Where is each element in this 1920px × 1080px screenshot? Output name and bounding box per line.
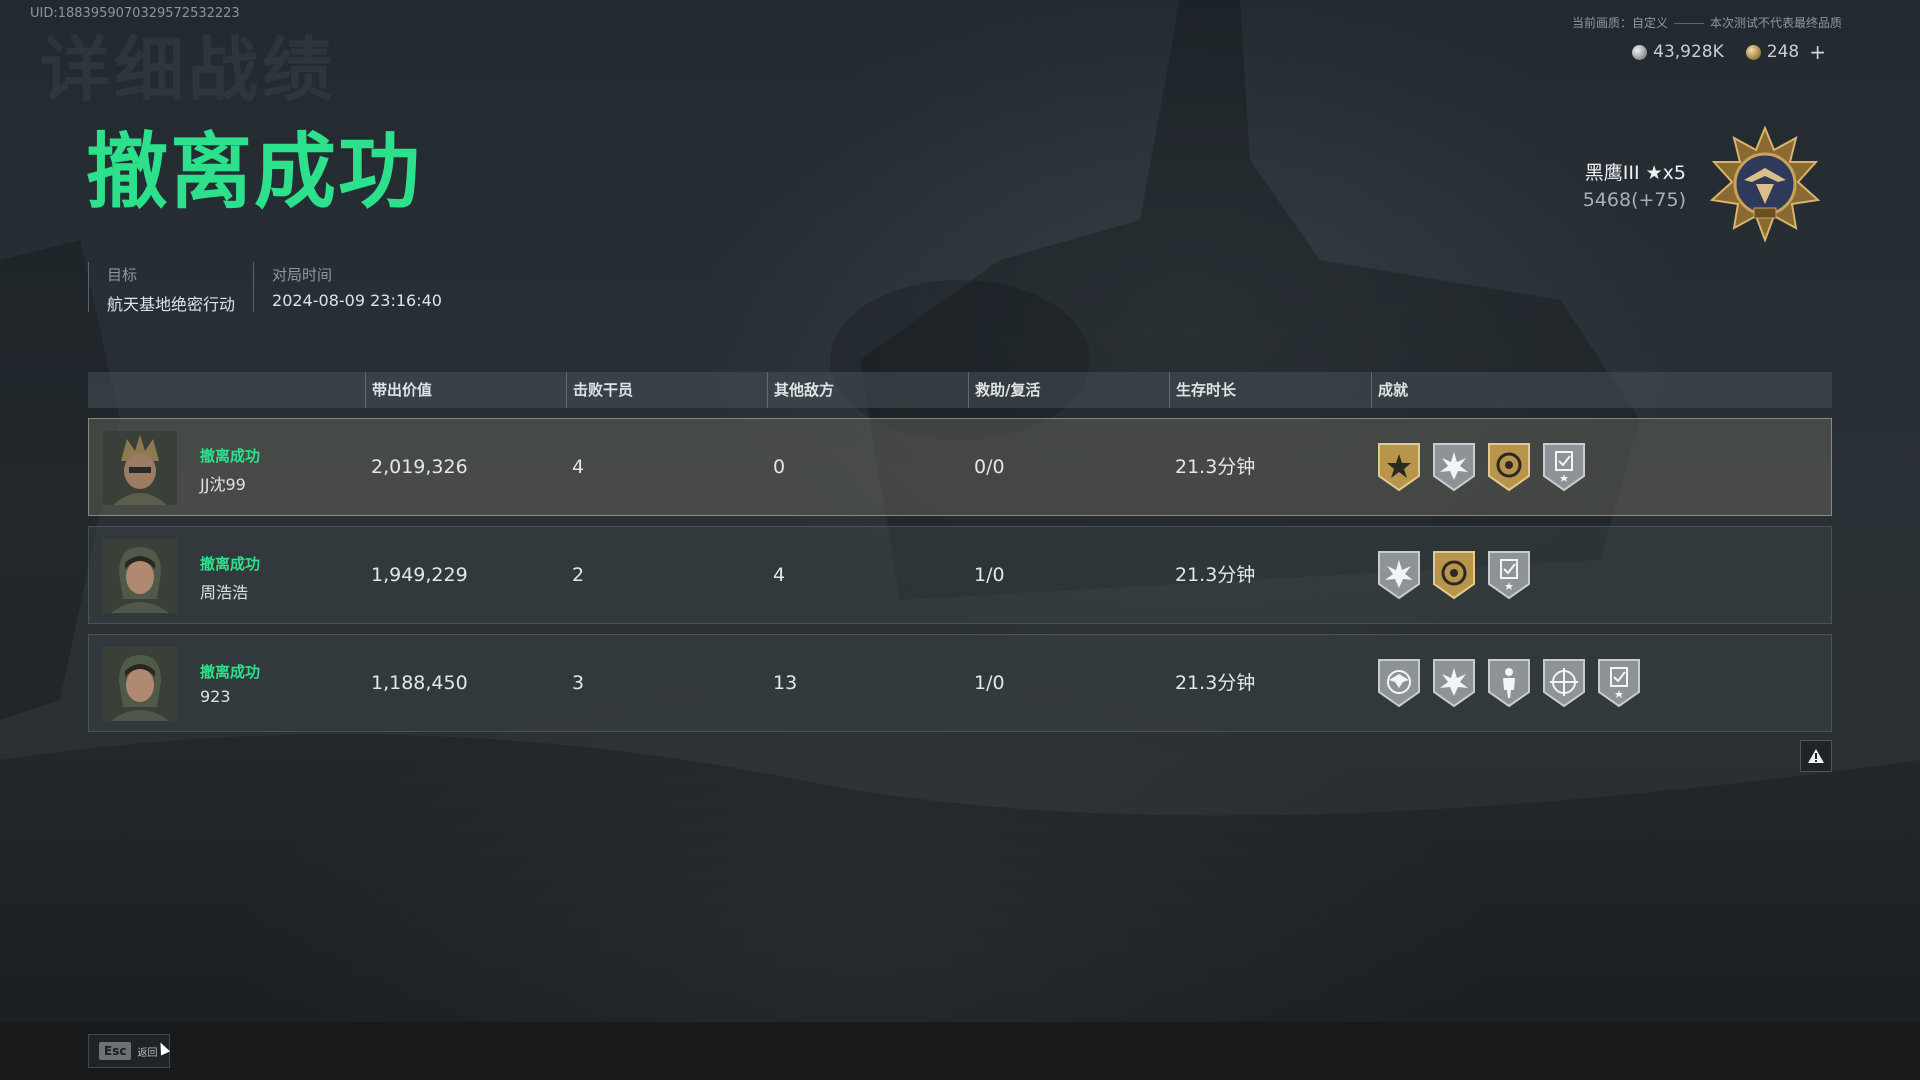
time-label: 对局时间 xyxy=(272,266,333,284)
silver-burst-badge-icon[interactable] xyxy=(1432,658,1476,708)
back-label: 返回 xyxy=(137,1047,158,1059)
player-avatar xyxy=(103,539,177,613)
report-button[interactable] xyxy=(1800,740,1832,772)
gold-amount: 248 xyxy=(1766,42,1800,62)
rank-name: 黑鹰III ★x5 xyxy=(1584,162,1686,184)
ghost-title: 详细战绩 xyxy=(40,29,336,111)
player-name: 923 xyxy=(200,687,231,706)
players-table: 带出价值 击败干员 其他敌方 救助/复活 生存时长 成就 撤离成功 JJ沈99 … xyxy=(88,372,1832,732)
table-row[interactable]: 撤离成功 周浩浩 1,949,229 2 4 1/0 21.3分钟 xyxy=(88,526,1832,624)
table-header: 带出价值 击败干员 其他敌方 救助/复活 生存时长 成就 xyxy=(88,372,1832,408)
kills: 4 xyxy=(572,456,585,478)
achievements xyxy=(1377,527,1531,623)
header-achievements: 成就 xyxy=(1371,372,1408,408)
gold-target-badge-icon[interactable] xyxy=(1487,442,1531,492)
header-survival: 生存时长 xyxy=(1169,372,1236,408)
table-row[interactable]: 撤离成功 JJ沈99 2,019,326 4 0 0/0 21.3分钟 xyxy=(88,418,1832,516)
rank-emblem-icon xyxy=(1709,125,1821,243)
target-label: 目标 xyxy=(107,266,138,284)
assist-revive: 0/0 xyxy=(974,456,1005,478)
survival-time: 21.3分钟 xyxy=(1175,456,1256,478)
extract-value: 2,019,326 xyxy=(371,456,468,478)
survival-time: 21.3分钟 xyxy=(1175,564,1256,586)
silver-checklist-badge-icon[interactable] xyxy=(1487,550,1531,600)
result-title: 撤离成功 xyxy=(86,125,423,220)
player-name: JJ沈99 xyxy=(200,475,246,494)
silver-burst-badge-icon[interactable] xyxy=(1377,550,1421,600)
kills: 2 xyxy=(572,564,585,586)
header-other: 其他敌方 xyxy=(767,372,834,408)
add-currency-button[interactable]: + xyxy=(1809,40,1826,64)
achievements xyxy=(1377,635,1641,731)
gold-coin-icon xyxy=(1745,44,1761,60)
silver-crosshair-badge-icon[interactable] xyxy=(1542,658,1586,708)
silver-checklist-badge-icon[interactable] xyxy=(1542,442,1586,492)
gold-currency[interactable]: 248 + xyxy=(1745,40,1826,64)
match-meta: 目标 航天基地绝密行动 对局时间 2024-08-09 23:16:40 xyxy=(88,262,460,314)
silver-burst-badge-icon[interactable] xyxy=(1432,442,1476,492)
silver-currency: 43,928K xyxy=(1632,42,1724,62)
extract-value: 1,188,450 xyxy=(371,672,468,694)
rank-info: 黑鹰III ★x5 5468(+75) xyxy=(1583,158,1686,211)
assist-revive: 1/0 xyxy=(974,672,1005,694)
header-assist: 救助/复活 xyxy=(968,372,1040,408)
other-enemies: 13 xyxy=(773,672,798,694)
silver-eagle-badge-icon[interactable] xyxy=(1377,658,1421,708)
achievements xyxy=(1377,419,1586,515)
top-info: 当前画质：自定义 本次测试不代表最终品质 xyxy=(1572,14,1842,31)
player-avatar xyxy=(103,431,177,505)
quality-label: 当前画质：自定义 xyxy=(1571,16,1668,30)
gold-star-badge-icon[interactable] xyxy=(1377,442,1421,492)
gold-target-badge-icon[interactable] xyxy=(1432,550,1476,600)
player-name: 周浩浩 xyxy=(200,583,249,602)
player-status: 撤离成功 xyxy=(200,555,261,573)
time-value: 2024-08-09 23:16:40 xyxy=(272,291,442,310)
warning-icon xyxy=(1808,749,1824,763)
rank-points: 5468(+75) xyxy=(1582,189,1686,211)
target-block: 目标 航天基地绝密行动 xyxy=(88,262,236,314)
disclaimer-label: 本次测试不代表最终品质 xyxy=(1709,16,1842,30)
silver-soldier-badge-icon[interactable] xyxy=(1487,658,1531,708)
survival-time: 21.3分钟 xyxy=(1175,672,1256,694)
esc-key: Esc xyxy=(99,1042,132,1060)
target-value: 航天基地绝密行动 xyxy=(107,295,236,314)
other-enemies: 4 xyxy=(773,564,786,586)
silver-amount: 43,928K xyxy=(1653,42,1724,62)
silver-coin-icon xyxy=(1632,44,1648,60)
currency-bar: 43,928K 248 + xyxy=(1632,40,1826,64)
header-value: 带出价值 xyxy=(365,372,432,408)
other-enemies: 0 xyxy=(773,456,786,478)
time-block: 对局时间 2024-08-09 23:16:40 xyxy=(253,262,442,312)
player-avatar xyxy=(103,647,177,721)
table-row[interactable]: 撤离成功 923 1,188,450 3 13 1/0 21.3分钟 xyxy=(88,634,1832,732)
player-status: 撤离成功 xyxy=(200,447,261,465)
kills: 3 xyxy=(572,672,585,694)
back-button[interactable]: Esc 返回 xyxy=(88,1034,170,1068)
player-status: 撤离成功 xyxy=(200,663,261,681)
assist-revive: 1/0 xyxy=(974,564,1005,586)
silver-checklist-badge-icon[interactable] xyxy=(1597,658,1641,708)
header-kills: 击败干员 xyxy=(566,372,633,408)
extract-value: 1,949,229 xyxy=(371,564,468,586)
footer-bar xyxy=(0,1022,1920,1080)
